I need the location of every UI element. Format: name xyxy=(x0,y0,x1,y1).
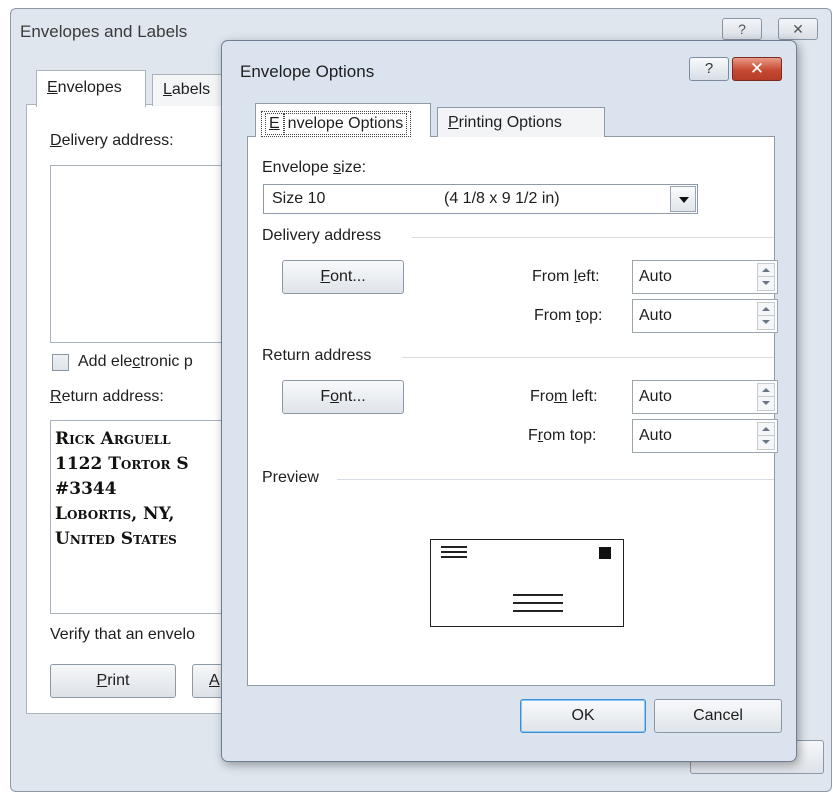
epostage-label-post: tronic p xyxy=(140,353,193,370)
delivery-font-mnemonic: F xyxy=(320,268,331,285)
spin-down-icon[interactable] xyxy=(758,316,774,329)
delivery-from-top-pre: From xyxy=(534,307,576,324)
envelope-size-name: Size 10 xyxy=(272,190,326,207)
spin-up-icon[interactable] xyxy=(758,303,774,316)
return-address-label-text: eturn address: xyxy=(61,388,164,405)
delivery-from-top-value: Auto xyxy=(639,307,672,324)
return-font-button[interactable]: Font... xyxy=(282,380,404,414)
add-electronic-postage-label: Add electronic p xyxy=(78,353,193,371)
spinner-arrows xyxy=(757,383,775,411)
tab-envelopes[interactable]: Envelopes xyxy=(36,70,146,107)
return-from-top-pre: F xyxy=(528,427,538,444)
return-from-left-post: left: xyxy=(567,388,598,405)
envelope-size-dimensions: (4 1/8 x 9 1/2 in) xyxy=(444,190,560,207)
return-font-label-post: nt... xyxy=(339,388,366,405)
close-button[interactable]: ✕ xyxy=(732,57,782,81)
spinner-arrows xyxy=(757,263,775,291)
tab-printing-options-label: rinting Options xyxy=(458,114,562,131)
preview-delivery-line xyxy=(513,602,563,604)
background-close-button[interactable]: ✕ xyxy=(778,18,818,40)
spin-down-icon[interactable] xyxy=(758,436,774,449)
envelope-size-label-pre: Envelope xyxy=(262,159,334,176)
print-mnemonic: P xyxy=(96,672,108,689)
return-from-left-mnemonic: m xyxy=(554,388,568,405)
delivery-font-label: ont... xyxy=(330,268,366,285)
tab-envelopes-mnemonic: E xyxy=(47,79,58,96)
print-button[interactable]: Print xyxy=(50,664,176,698)
tab-envelope-options-mnemonic: E xyxy=(265,113,284,135)
delivery-from-left-label: From left: xyxy=(532,268,600,286)
spin-down-icon[interactable] xyxy=(758,397,774,410)
delivery-address-label-text: elivery address: xyxy=(61,132,174,149)
spin-up-icon[interactable] xyxy=(758,423,774,436)
epostage-label-pre: Add ele xyxy=(78,353,133,370)
tab-printing-options[interactable]: Printing Options xyxy=(437,107,605,137)
delivery-from-top-post: op: xyxy=(580,307,603,324)
preview-return-line xyxy=(441,546,467,548)
delivery-from-left-spinner[interactable]: Auto xyxy=(632,260,778,294)
return-address-mnemonic: R xyxy=(50,388,62,405)
tab-envelope-options-label: nvelope Options xyxy=(283,113,408,135)
tab-labels-label: abels xyxy=(171,81,211,98)
delivery-font-button[interactable]: Font... xyxy=(282,260,404,294)
spin-up-icon[interactable] xyxy=(758,264,774,277)
return-from-left-label: From left: xyxy=(530,388,598,406)
return-from-top-post: om top: xyxy=(543,427,597,444)
chevron-down-icon[interactable] xyxy=(670,186,696,212)
envelope-size-label-post: ize: xyxy=(341,159,367,176)
background-help-button[interactable]: ? xyxy=(722,18,762,40)
tab-printing-options-mnemonic: P xyxy=(448,114,459,131)
tab-envelope-options-focus: Envelope Options xyxy=(261,111,412,137)
verify-envelope-text: Verify that an envelo xyxy=(50,626,195,643)
delivery-address-divider xyxy=(412,237,774,238)
return-font-mnemonic: o xyxy=(330,388,339,405)
tab-envelopes-label: nvelopes xyxy=(57,79,122,96)
return-font-label-pre: F xyxy=(320,388,331,405)
spinner-arrows xyxy=(757,302,775,330)
delivery-from-left-value: Auto xyxy=(639,268,672,285)
tab-labels-mnemonic: L xyxy=(163,81,172,98)
delivery-from-left-post: eft: xyxy=(577,268,600,285)
envelope-options-dialog: Envelope Options ? ✕ Envelope size: Enve… xyxy=(221,40,797,762)
return-address-group-label: Return address xyxy=(262,347,372,364)
dialog-title: Envelope Options xyxy=(240,62,375,81)
return-from-top-value: Auto xyxy=(639,427,672,444)
envelope-size-select[interactable]: Size 10 (4 1/8 x 9 1/2 in) xyxy=(263,184,698,214)
add-electronic-postage-checkbox[interactable] xyxy=(52,354,69,371)
return-address-label: Return address: xyxy=(50,388,164,406)
delivery-from-left-pre: From xyxy=(532,268,574,285)
return-from-top-label: From top: xyxy=(528,427,596,445)
help-button[interactable]: ? xyxy=(689,57,729,81)
preview-divider xyxy=(337,479,774,480)
preview-label: Preview xyxy=(262,469,319,486)
add-mnemonic: A xyxy=(209,672,220,689)
spinner-arrows xyxy=(757,422,775,450)
spin-down-icon[interactable] xyxy=(758,277,774,290)
delivery-address-group-label: Delivery address xyxy=(262,227,382,244)
return-address-divider xyxy=(402,357,774,358)
delivery-address-label: Delivery address: xyxy=(50,132,174,150)
delivery-address-mnemonic: D xyxy=(50,132,62,149)
preview-delivery-line xyxy=(513,594,563,596)
preview-return-line xyxy=(441,551,467,553)
return-from-left-spinner[interactable]: Auto xyxy=(632,380,778,414)
envelope-preview[interactable] xyxy=(430,539,624,627)
envelope-size-mnemonic: s xyxy=(333,159,342,176)
envelopes-and-labels-title: Envelopes and Labels xyxy=(20,22,188,41)
return-from-top-spinner[interactable]: Auto xyxy=(632,419,778,453)
preview-return-line xyxy=(441,556,467,558)
return-from-left-value: Auto xyxy=(639,388,672,405)
cancel-button[interactable]: Cancel xyxy=(654,699,782,733)
print-label: rint xyxy=(107,672,130,689)
tab-envelope-options[interactable]: Envelope Options xyxy=(255,103,431,137)
preview-delivery-line xyxy=(513,610,563,612)
envelope-size-label: Envelope size: xyxy=(262,159,366,177)
spin-up-icon[interactable] xyxy=(758,384,774,397)
stamp-icon xyxy=(599,547,611,559)
ok-button[interactable]: OK xyxy=(520,699,646,733)
delivery-from-top-spinner[interactable]: Auto xyxy=(632,299,778,333)
return-from-left-pre: Fro xyxy=(530,388,554,405)
delivery-from-top-label: From top: xyxy=(534,307,602,325)
